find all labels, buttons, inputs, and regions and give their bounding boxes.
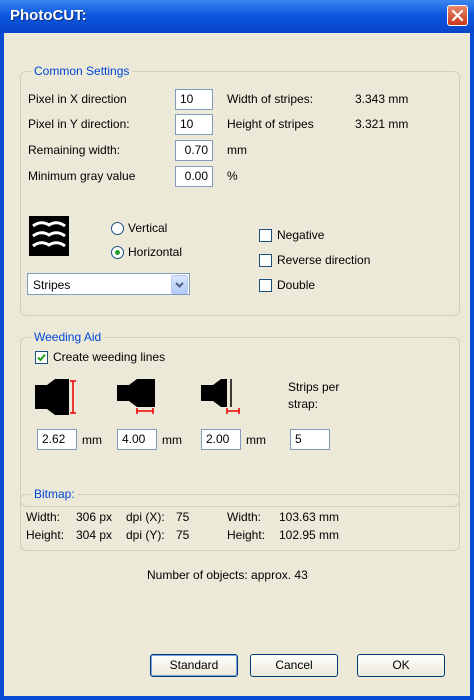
mode-select[interactable]: Stripes	[27, 273, 190, 295]
min-gray-input[interactable]: 0.00	[175, 166, 213, 187]
vertical-label[interactable]: Vertical	[128, 221, 167, 235]
pixel-x-label: Pixel in X direction	[28, 92, 127, 106]
create-weeding-lines-label[interactable]: Create weeding lines	[53, 350, 165, 364]
dialog-body: Common Settings Pixel in X direction 10 …	[4, 33, 470, 696]
remaining-width-input[interactable]: 0.70	[175, 140, 213, 161]
pixel-x-input[interactable]: 10	[175, 89, 213, 110]
close-button[interactable]	[447, 5, 468, 26]
strips-per-strap-input[interactable]: 5	[290, 429, 330, 450]
min-gray-unit: %	[227, 169, 238, 183]
strips-per-label-line2: strap:	[288, 397, 319, 411]
common-settings-group: Common Settings Pixel in X direction 10 …	[20, 64, 460, 316]
width-stripes-label: Width of stripes:	[227, 92, 314, 106]
bitmap-height-px: 304 px	[76, 528, 113, 542]
bitmap-legend: Bitmap:	[31, 487, 78, 501]
bitmap-width-label: Width:	[26, 510, 61, 524]
horizontal-label[interactable]: Horizontal	[128, 245, 182, 259]
weeding-horizontal-offset-unit: mm	[162, 433, 182, 447]
bitmap-width-mm-label: Width:	[227, 510, 262, 524]
bitmap-dpix-label: dpi (X):	[126, 510, 165, 524]
dropdown-arrow-icon	[175, 282, 184, 288]
width-stripes-value: 3.343 mm	[355, 92, 409, 106]
bitmap-width-px: 306 px	[76, 510, 113, 524]
vertical-radio[interactable]	[111, 222, 124, 235]
bitmap-height-mm: 102.95 mm	[279, 528, 340, 542]
close-icon	[451, 9, 464, 22]
min-gray-label: Minimum gray value	[28, 169, 136, 183]
weeding-gap-unit: mm	[246, 433, 266, 447]
bitmap-height-label: Height:	[26, 528, 65, 542]
height-stripes-label: Height of stripes	[227, 117, 314, 131]
weeding-horizontal-offset-input[interactable]: 4.00	[117, 429, 157, 450]
common-settings-legend: Common Settings	[31, 64, 133, 78]
objects-count: Number of objects: approx. 43	[147, 568, 308, 582]
weeding-vertical-offset-input[interactable]: 2.62	[37, 429, 77, 450]
bitmap-group: Bitmap: Width: 306 px dpi (X): 75 Width:…	[20, 487, 460, 551]
weeding-offset-vertical-icon	[35, 379, 76, 415]
bitmap-dpix-value: 75	[176, 510, 190, 524]
weeding-aid-legend: Weeding Aid	[31, 330, 105, 344]
ok-button[interactable]: OK	[357, 654, 445, 677]
checkmark-icon	[37, 353, 46, 362]
double-label[interactable]: Double	[277, 278, 315, 292]
reverse-direction-label[interactable]: Reverse direction	[277, 253, 370, 267]
remaining-width-label: Remaining width:	[28, 143, 121, 157]
standard-button[interactable]: Standard	[150, 654, 238, 677]
horizontal-radio[interactable]	[111, 246, 124, 259]
weeding-aid-group: Weeding Aid Create weeding lines Strips …	[20, 330, 460, 507]
mode-select-dropdown-button[interactable]	[171, 275, 188, 294]
bitmap-width-mm: 103.63 mm	[279, 510, 340, 524]
weeding-vertical-offset-unit: mm	[82, 433, 102, 447]
weeding-gap-icon	[201, 379, 240, 414]
weeding-gap-input[interactable]: 2.00	[201, 429, 241, 450]
strips-per-label-line1: Strips per	[288, 380, 340, 394]
negative-label[interactable]: Negative	[277, 228, 324, 242]
pixel-y-input[interactable]: 10	[175, 114, 213, 135]
weeding-offset-horizontal-icon	[117, 379, 155, 414]
negative-checkbox[interactable]	[259, 229, 272, 242]
double-checkbox[interactable]	[259, 279, 272, 292]
photocut-dialog: PhotoCUT: Common Settings Pixel in X dir…	[0, 0, 474, 700]
remaining-width-unit: mm	[227, 143, 247, 157]
bitmap-height-mm-label: Height:	[227, 528, 266, 542]
bitmap-dpiy-label: dpi (Y):	[126, 528, 165, 542]
pixel-y-label: Pixel in Y direction:	[28, 117, 130, 131]
title-bar[interactable]: PhotoCUT:	[0, 0, 474, 33]
bitmap-dpiy-value: 75	[176, 528, 190, 542]
window-title: PhotoCUT:	[10, 7, 87, 24]
cancel-button[interactable]: Cancel	[250, 654, 338, 677]
stripes-preview-icon	[29, 216, 69, 256]
height-stripes-value: 3.321 mm	[355, 117, 409, 131]
reverse-direction-checkbox[interactable]	[259, 254, 272, 267]
mode-select-value: Stripes	[33, 278, 71, 292]
create-weeding-lines-checkbox[interactable]	[35, 351, 48, 364]
